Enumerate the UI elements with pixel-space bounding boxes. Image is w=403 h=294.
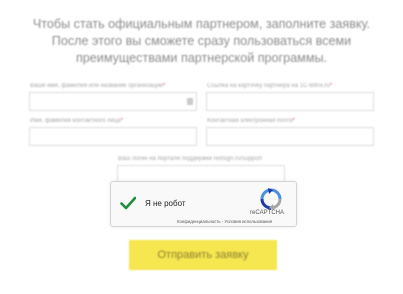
required-mark: *	[292, 118, 295, 124]
partner-card-label-text: Ссылка на карточку партнера на 1С-Bitrix…	[207, 83, 330, 89]
intro-line-1: Чтобы стать официальным партнером, запол…	[32, 17, 371, 31]
recaptcha-brand: reCAPTCHA	[250, 210, 285, 216]
contact-email-field[interactable]	[206, 127, 374, 146]
partner-card-label: Ссылка на карточку партнера на 1С-Bitrix…	[207, 83, 332, 89]
checkmark-icon[interactable]	[120, 195, 136, 211]
name-org-field[interactable]	[29, 92, 197, 111]
intro-text: Чтобы стать официальным партнером, запол…	[0, 16, 403, 67]
required-mark: *	[120, 118, 124, 124]
partner-card-field[interactable]	[206, 92, 374, 111]
contact-name-field[interactable]	[29, 127, 197, 146]
recaptcha-terms[interactable]: Конфиденциальность - Условия использован…	[177, 219, 272, 224]
name-org-label: Ваше имя, фамилия или название организац…	[30, 83, 165, 89]
name-org-label-text: Ваше имя, фамилия или название организац…	[30, 83, 164, 89]
required-mark: *	[163, 83, 166, 89]
support-login-label: Ваш логин на портале поддержки redsign.r…	[118, 156, 262, 162]
autofill-icon[interactable]	[187, 98, 193, 105]
submit-button[interactable]: Отправить заявку	[129, 240, 277, 270]
contact-email-label-text: Контактная электронная почта	[207, 118, 293, 124]
intro-line-3: преимуществами партнерской программы.	[75, 51, 328, 65]
recaptcha-widget[interactable]: Я не робот reCAPTCHA Конфиденциальность …	[110, 181, 297, 227]
contact-email-label: Контактная электронная почта*	[207, 118, 295, 124]
contact-name-label-text: Имя, фамилия контактного лица	[30, 118, 121, 124]
not-robot-label: Я не робот	[145, 199, 186, 208]
intro-line-2: После этого вы сможете сразу пользоватьс…	[51, 34, 352, 48]
required-mark: *	[329, 83, 333, 89]
recaptcha-logo-icon	[260, 188, 282, 210]
support-login-label-text: Ваш логин на портале поддержки redsign.r…	[118, 156, 263, 162]
contact-name-label: Имя, фамилия контактного лица*	[30, 118, 123, 124]
